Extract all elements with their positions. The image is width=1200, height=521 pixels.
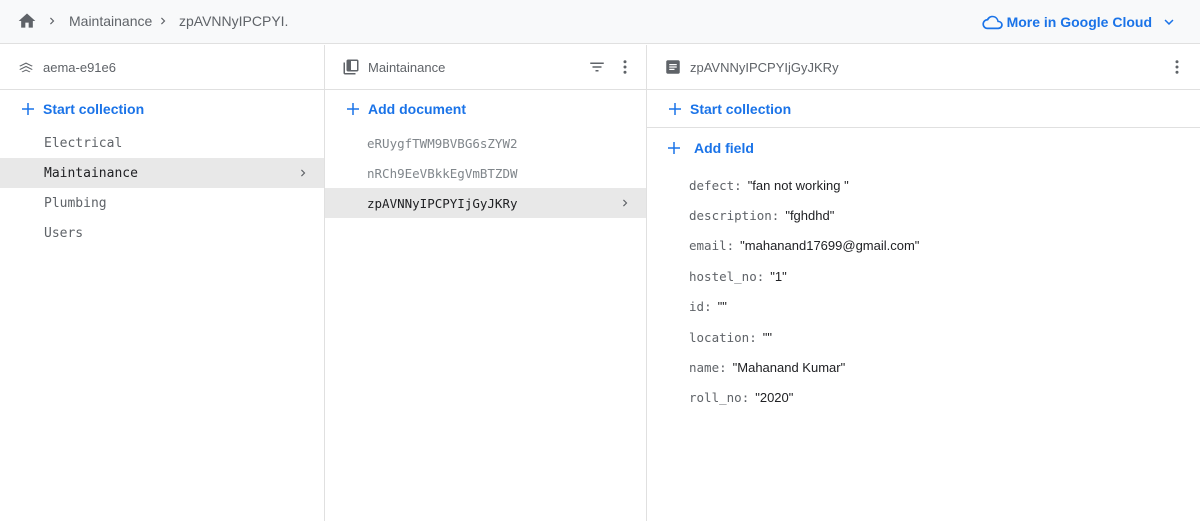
field-row-description[interactable]: description: "fghdhd" <box>647 200 1200 230</box>
collection-label: Electrical <box>44 135 123 151</box>
collection-icon <box>343 59 359 75</box>
field-colon: : <box>771 208 780 224</box>
breadcrumb-collection[interactable]: Maintainance <box>69 13 152 29</box>
field-row-name[interactable]: name: "Mahanand Kumar" <box>647 352 1200 382</box>
collection-item-users[interactable]: Users <box>0 218 324 248</box>
field-colon: : <box>756 268 765 284</box>
top-bar: Maintainance zpAVNNyIPCPYI. More in Goog… <box>0 0 1200 44</box>
field-colon: : <box>726 238 735 254</box>
field-colon: : <box>719 360 727 376</box>
more-vert-icon[interactable] <box>1168 58 1186 76</box>
start-collection-button[interactable]: Start collection <box>0 90 324 128</box>
field-value: "1" <box>770 268 787 284</box>
field-value: "fan not working " <box>747 177 849 193</box>
start-subcollection-button[interactable]: Start collection <box>647 90 1200 128</box>
cloud-icon <box>981 15 1003 30</box>
chevron-right-icon <box>161 17 166 25</box>
collection-label: Plumbing <box>44 195 107 211</box>
field-key: id <box>689 299 705 315</box>
collection-panel: Maintainance Add document eRUygfTWM9BVBG… <box>325 45 647 521</box>
document-id-label: nRCh9EeVBkkEgVmBTZDW <box>367 165 518 181</box>
breadcrumb-document[interactable]: zpAVNNyIPCPYI. <box>179 13 288 29</box>
document-item-selected[interactable]: zpAVNNyIPCPYIjGyJKRy <box>325 188 646 218</box>
field-value: "2020" <box>755 390 794 406</box>
add-field-label: Add field <box>694 140 754 156</box>
field-row-email[interactable]: email: "mahanand17699@gmail.com" <box>647 231 1200 261</box>
project-title: aema-e91e6 <box>43 59 116 75</box>
plus-icon <box>347 103 359 115</box>
collection-label: Users <box>44 225 84 241</box>
add-document-button[interactable]: Add document <box>325 90 646 128</box>
field-key: location <box>689 329 750 345</box>
document-title: zpAVNNyIPCPYIjGyJKRy <box>690 59 839 75</box>
field-key: roll_no <box>689 390 742 406</box>
field-row-location[interactable]: location: "" <box>647 322 1200 352</box>
chevron-down-icon <box>1164 19 1174 25</box>
chevron-right-icon <box>623 199 628 207</box>
plus-icon <box>22 103 34 115</box>
database-icon <box>19 62 33 73</box>
field-value: "fghdhd" <box>785 208 835 224</box>
filter-icon[interactable] <box>588 58 606 76</box>
collection-panel-header: Maintainance <box>325 45 646 90</box>
field-row-hostel-no[interactable]: hostel_no: "1" <box>647 261 1200 291</box>
start-collection-label: Start collection <box>43 101 145 117</box>
field-key: name <box>689 360 720 376</box>
root-panel-header: aema-e91e6 <box>0 45 324 90</box>
add-field-button[interactable]: Add field <box>647 128 1200 168</box>
field-colon: : <box>734 177 742 193</box>
field-key: description <box>689 208 772 224</box>
document-id-label: eRUygfTWM9BVBG6sZYW2 <box>367 135 518 151</box>
add-document-label: Add document <box>368 101 466 117</box>
document-panel: zpAVNNyIPCPYIjGyJKRy Start collection Ad… <box>647 45 1200 521</box>
chevron-right-icon <box>50 17 55 25</box>
plus-icon <box>668 142 680 154</box>
field-key: defect <box>689 177 735 193</box>
collection-label: Maintainance <box>44 165 138 181</box>
field-value: "Mahanand Kumar" <box>732 360 846 376</box>
more-vert-icon[interactable] <box>616 58 634 76</box>
field-value: "" <box>762 329 772 345</box>
more-in-google-cloud-button[interactable]: More in Google Cloud <box>981 11 1178 33</box>
document-id-label: zpAVNNyIPCPYIjGyJKRy <box>367 195 518 211</box>
chevron-right-icon <box>301 169 306 177</box>
home-icon[interactable] <box>17 11 37 31</box>
document-panel-header: zpAVNNyIPCPYIjGyJKRy <box>647 45 1200 90</box>
more-in-google-cloud-label: More in Google Cloud <box>1006 14 1152 30</box>
field-value: "mahanand17699@gmail.com" <box>740 238 920 254</box>
collection-item-maintainance[interactable]: Maintainance <box>0 158 324 188</box>
field-colon: : <box>741 390 750 406</box>
document-item[interactable]: nRCh9EeVBkkEgVmBTZDW <box>325 158 646 188</box>
plus-icon <box>669 102 681 115</box>
collection-item-electrical[interactable]: Electrical <box>0 128 324 158</box>
field-row-id[interactable]: id: "" <box>647 292 1200 322</box>
field-row-roll-no[interactable]: roll_no: "2020" <box>647 383 1200 413</box>
root-panel: aema-e91e6 Start collection Electrical M… <box>0 45 325 521</box>
field-value: "" <box>717 299 727 315</box>
collection-item-plumbing[interactable]: Plumbing <box>0 188 324 218</box>
document-icon <box>666 60 680 74</box>
field-key: email <box>689 238 727 254</box>
collection-title: Maintainance <box>368 59 446 75</box>
field-colon: : <box>704 299 712 315</box>
field-row-defect[interactable]: defect: "fan not working " <box>647 170 1200 200</box>
collection-header-actions <box>588 58 634 76</box>
field-key: hostel_no <box>689 268 757 284</box>
document-item[interactable]: eRUygfTWM9BVBG6sZYW2 <box>325 128 646 158</box>
field-list: defect: "fan not working " description: "f… <box>647 168 1200 413</box>
start-collection-label: Start collection <box>690 100 792 117</box>
field-colon: : <box>749 329 757 345</box>
document-header-actions <box>1168 58 1186 76</box>
